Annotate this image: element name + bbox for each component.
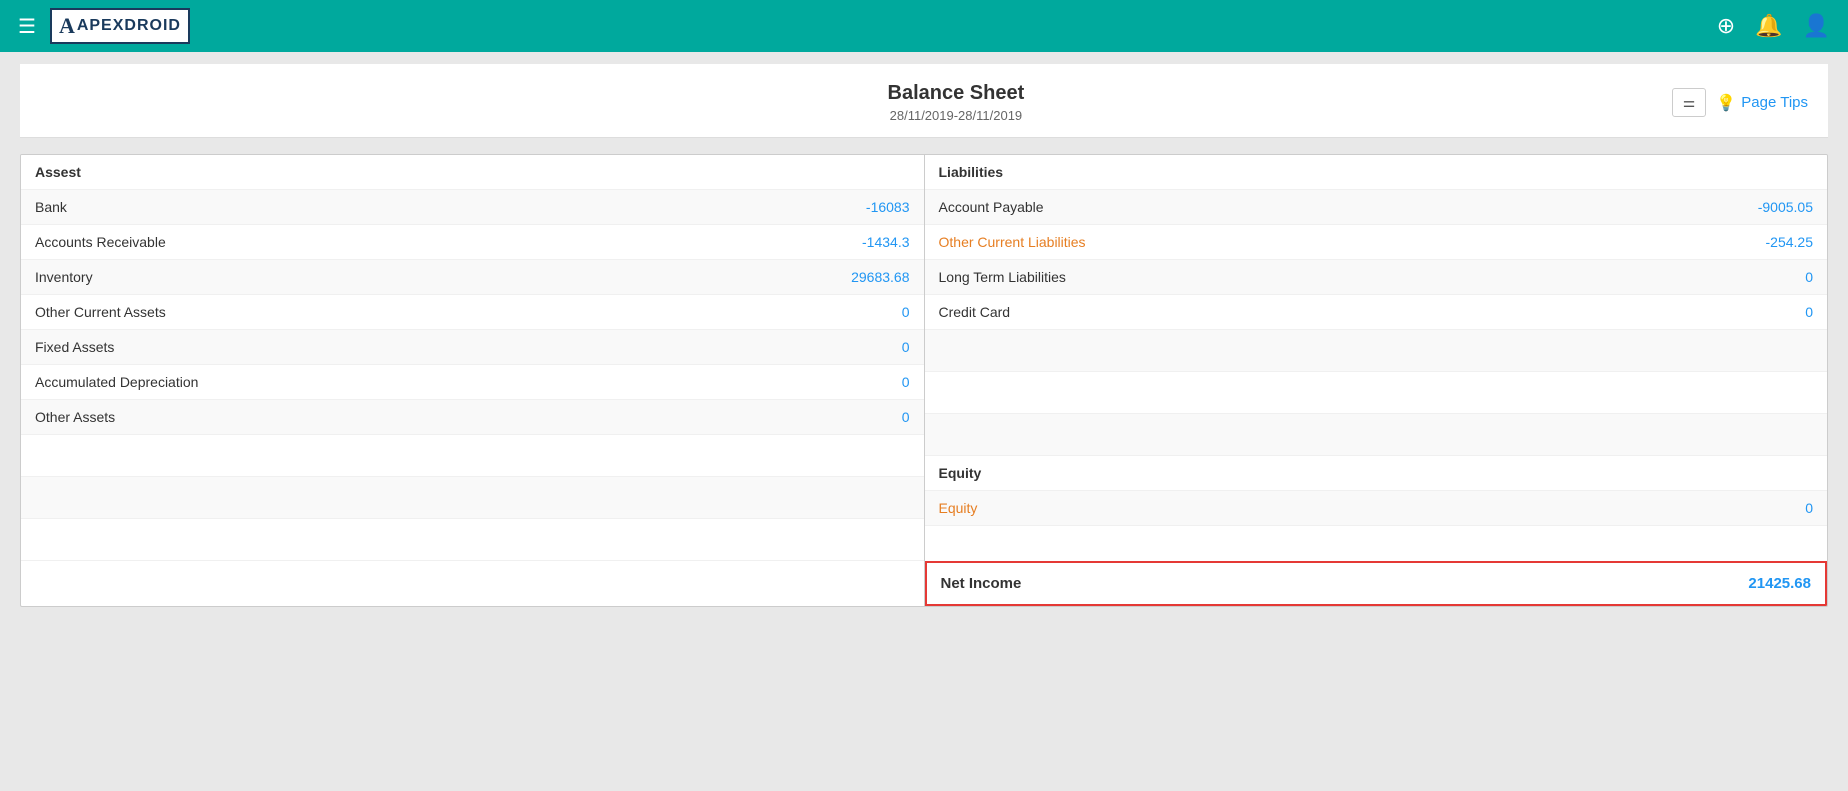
nav-left: ☰ A APEXDROID: [18, 8, 190, 44]
cc-label: Credit Card: [939, 304, 1011, 320]
logo-text: APEXDROID: [77, 17, 181, 35]
bank-label: Bank: [35, 199, 67, 215]
fixed-value[interactable]: 0: [902, 339, 910, 355]
net-income-row-container: Net Income 21425.68: [21, 561, 1827, 606]
liability-row-ocl: Other Current Liabilities -254.25: [925, 225, 1828, 260]
liabilities-section-label: Liabilities: [939, 164, 1004, 180]
assets-section-label: Assest: [35, 164, 81, 180]
asset-row-fixed: Fixed Assets 0: [21, 330, 924, 365]
asset-row-depr: Accumulated Depreciation 0: [21, 365, 924, 400]
bulb-icon: 💡: [1716, 93, 1736, 113]
net-income-label: Net Income: [941, 575, 1022, 592]
header-actions: ⚌ 💡 Page Tips: [1672, 88, 1808, 117]
bank-value[interactable]: -16083: [866, 199, 910, 215]
content-wrapper: Balance Sheet 28/11/2019-28/11/2019 ⚌ 💡 …: [0, 52, 1848, 791]
ocl-label: Other Current Liabilities: [939, 234, 1086, 250]
user-icon[interactable]: 👤: [1803, 13, 1830, 39]
net-income-right: Net Income 21425.68: [924, 561, 1827, 606]
liabilities-header: Liabilities: [925, 155, 1828, 190]
assets-header: Assest: [21, 155, 924, 190]
filter-icon: ⚌: [1683, 94, 1696, 110]
ltl-value[interactable]: 0: [1805, 269, 1813, 285]
page-title: Balance Sheet: [240, 82, 1672, 105]
inventory-value[interactable]: 29683.68: [851, 269, 909, 285]
ap-label: Account Payable: [939, 199, 1044, 215]
depr-value[interactable]: 0: [902, 374, 910, 390]
notification-icon[interactable]: 🔔: [1755, 13, 1782, 39]
liability-row-cc: Credit Card 0: [925, 295, 1828, 330]
equity-row: Equity 0: [925, 491, 1828, 526]
empty-row-1: [21, 435, 924, 477]
top-navigation: ☰ A APEXDROID ⊕ 🔔 👤: [0, 0, 1848, 52]
oca-value[interactable]: 0: [902, 304, 910, 320]
net-income-value: 21425.68: [1748, 575, 1811, 592]
net-income-left-empty: [21, 561, 924, 606]
asset-row-inventory: Inventory 29683.68: [21, 260, 924, 295]
equity-label: Equity: [939, 500, 978, 516]
ap-value[interactable]: -9005.05: [1758, 199, 1813, 215]
ar-label: Accounts Receivable: [35, 234, 166, 250]
empty-spacer-3: [925, 414, 1828, 456]
cc-value[interactable]: 0: [1805, 304, 1813, 320]
empty-spacer-2: [925, 372, 1828, 414]
oca-label: Other Current Assets: [35, 304, 166, 320]
page-tips-label: Page Tips: [1741, 94, 1808, 111]
filter-button[interactable]: ⚌: [1672, 88, 1707, 117]
asset-row-bank: Bank -16083: [21, 190, 924, 225]
inventory-label: Inventory: [35, 269, 93, 285]
asset-row-other: Other Assets 0: [21, 400, 924, 435]
asset-row-ar: Accounts Receivable -1434.3: [21, 225, 924, 260]
net-income-row[interactable]: Net Income 21425.68: [925, 561, 1828, 606]
equity-value[interactable]: 0: [1805, 500, 1813, 516]
liability-row-ltl: Long Term Liabilities 0: [925, 260, 1828, 295]
other-assets-value[interactable]: 0: [902, 409, 910, 425]
depr-label: Accumulated Depreciation: [35, 374, 198, 390]
empty-spacer-1: [925, 330, 1828, 372]
liabilities-equity-column: Liabilities Account Payable -9005.05 Oth…: [924, 155, 1827, 561]
logo-letter: A: [59, 13, 75, 39]
add-icon[interactable]: ⊕: [1717, 13, 1735, 39]
asset-row-oca: Other Current Assets 0: [21, 295, 924, 330]
ltl-label: Long Term Liabilities: [939, 269, 1066, 285]
other-assets-label: Other Assets: [35, 409, 115, 425]
header-center: Balance Sheet 28/11/2019-28/11/2019: [240, 82, 1672, 123]
empty-row-2: [21, 477, 924, 519]
empty-row-3: [21, 519, 924, 561]
assets-column: Assest Bank -16083 Accounts Receivable -…: [21, 155, 924, 561]
nav-right: ⊕ 🔔 👤: [1717, 13, 1830, 39]
ocl-value[interactable]: -254.25: [1766, 234, 1813, 250]
logo: A APEXDROID: [50, 8, 190, 44]
balance-sheet-card: Assest Bank -16083 Accounts Receivable -…: [20, 154, 1828, 607]
page-tips-button[interactable]: 💡 Page Tips: [1716, 93, 1808, 113]
balance-sheet-table: Assest Bank -16083 Accounts Receivable -…: [21, 155, 1827, 606]
hamburger-menu-icon[interactable]: ☰: [18, 14, 36, 39]
ar-value[interactable]: -1434.3: [862, 234, 909, 250]
page-header: Balance Sheet 28/11/2019-28/11/2019 ⚌ 💡 …: [20, 64, 1828, 138]
date-range: 28/11/2019-28/11/2019: [240, 108, 1672, 123]
equity-header: Equity: [925, 456, 1828, 491]
liability-row-ap: Account Payable -9005.05: [925, 190, 1828, 225]
fixed-label: Fixed Assets: [35, 339, 114, 355]
equity-section-label: Equity: [939, 465, 982, 481]
